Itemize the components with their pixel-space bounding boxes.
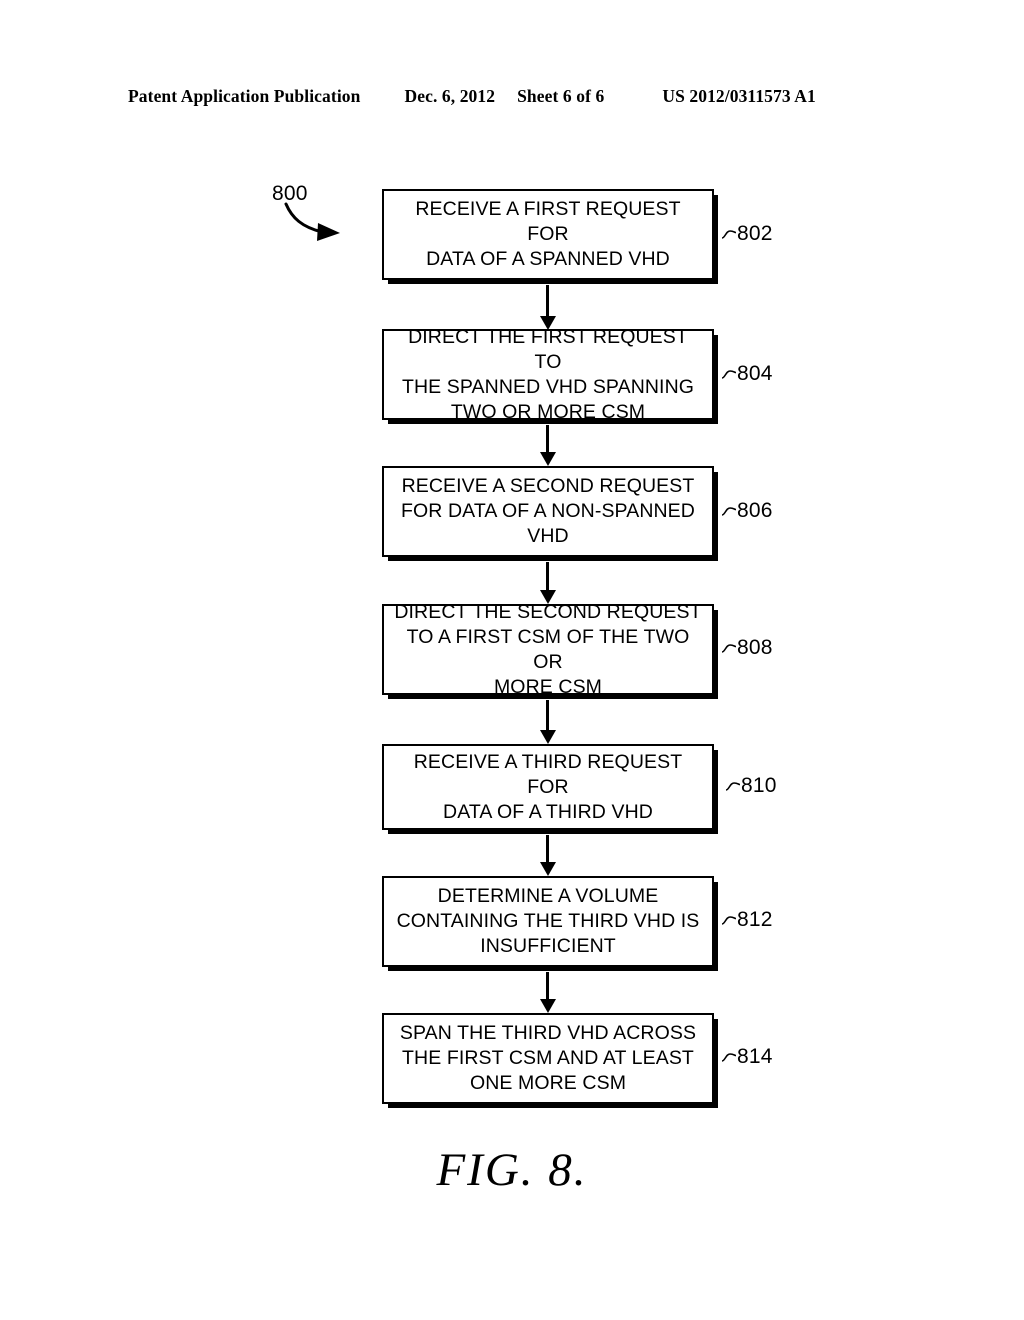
- flow-arrow-810-to-812: [546, 835, 549, 863]
- flow-arrow-802-to-804: [546, 285, 549, 317]
- reference-numeral-804-text: 804: [737, 362, 773, 385]
- flow-step-text-804: DIRECT THE FIRST REQUEST TO THE SPANNED …: [401, 325, 695, 423]
- flow-step-box-814: SPAN THE THIRD VHD ACROSS THE FIRST CSM …: [382, 1013, 714, 1104]
- reference-numeral-814: 814: [722, 1045, 773, 1069]
- flow-step-text-814: SPAN THE THIRD VHD ACROSS THE FIRST CSM …: [399, 1022, 697, 1094]
- leader-squiggle-icon: [722, 230, 736, 239]
- reference-numeral-802: 802: [722, 222, 773, 246]
- flow-arrow-812-to-814: [546, 972, 549, 1000]
- leader-squiggle-icon: [722, 370, 736, 379]
- reference-numeral-806-text: 806: [737, 499, 773, 522]
- flow-step-text-806: RECEIVE A SECOND REQUEST FOR DATA OF A N…: [401, 475, 695, 547]
- flow-step-box-806: RECEIVE A SECOND REQUEST FOR DATA OF A N…: [382, 466, 714, 557]
- leader-squiggle-icon: [722, 644, 736, 653]
- flow-step-box-808: DIRECT THE SECOND REQUEST TO A FIRST CSM…: [382, 601, 714, 698]
- reference-numeral-808-text: 808: [737, 636, 773, 659]
- reference-numeral-802-text: 802: [737, 222, 773, 245]
- flow-step-box-802: RECEIVE A FIRST REQUEST FOR DATA OF A SP…: [382, 189, 714, 280]
- leader-squiggle-icon: [722, 507, 736, 516]
- flow-arrow-806-to-808: [546, 562, 549, 591]
- flow-step-box-810: RECEIVE A THIRD REQUEST FOR DATA OF A TH…: [382, 744, 714, 830]
- reference-numeral-810: 810: [726, 774, 777, 798]
- flowchart-figure: 800 RECEIVE A FIRST REQUEST FOR DATA OF …: [0, 0, 1024, 1320]
- flow-step-box-812: DETERMINE A VOLUME CONTAINING THE THIRD …: [382, 876, 714, 967]
- flow-step-box-804: DIRECT THE FIRST REQUEST TO THE SPANNED …: [382, 326, 714, 423]
- reference-numeral-806: 806: [722, 499, 773, 523]
- flow-arrow-808-to-810: [546, 700, 549, 731]
- reference-numeral-814-text: 814: [737, 1045, 773, 1068]
- reference-numeral-812: 812: [722, 908, 773, 932]
- flow-step-text-812: DETERMINE A VOLUME CONTAINING THE THIRD …: [396, 885, 700, 957]
- flow-arrow-804-to-806: [546, 425, 549, 453]
- reference-numeral-812-text: 812: [737, 908, 773, 931]
- leader-squiggle-icon: [722, 916, 736, 925]
- flow-step-text-802: RECEIVE A FIRST REQUEST FOR DATA OF A SP…: [415, 198, 681, 270]
- figure-caption: FIG. 8.: [436, 1144, 588, 1196]
- leader-squiggle-icon: [726, 782, 740, 791]
- reference-numeral-810-text: 810: [741, 774, 777, 797]
- flow-step-text-810: RECEIVE A THIRD REQUEST FOR DATA OF A TH…: [413, 750, 683, 823]
- reference-numeral-804: 804: [722, 362, 773, 386]
- reference-numeral-808: 808: [722, 636, 773, 660]
- flow-step-text-808: DIRECT THE SECOND REQUEST TO A FIRST CSM…: [394, 600, 702, 698]
- leader-squiggle-icon: [722, 1053, 736, 1062]
- diagram-reference-arrow-icon: [284, 202, 340, 241]
